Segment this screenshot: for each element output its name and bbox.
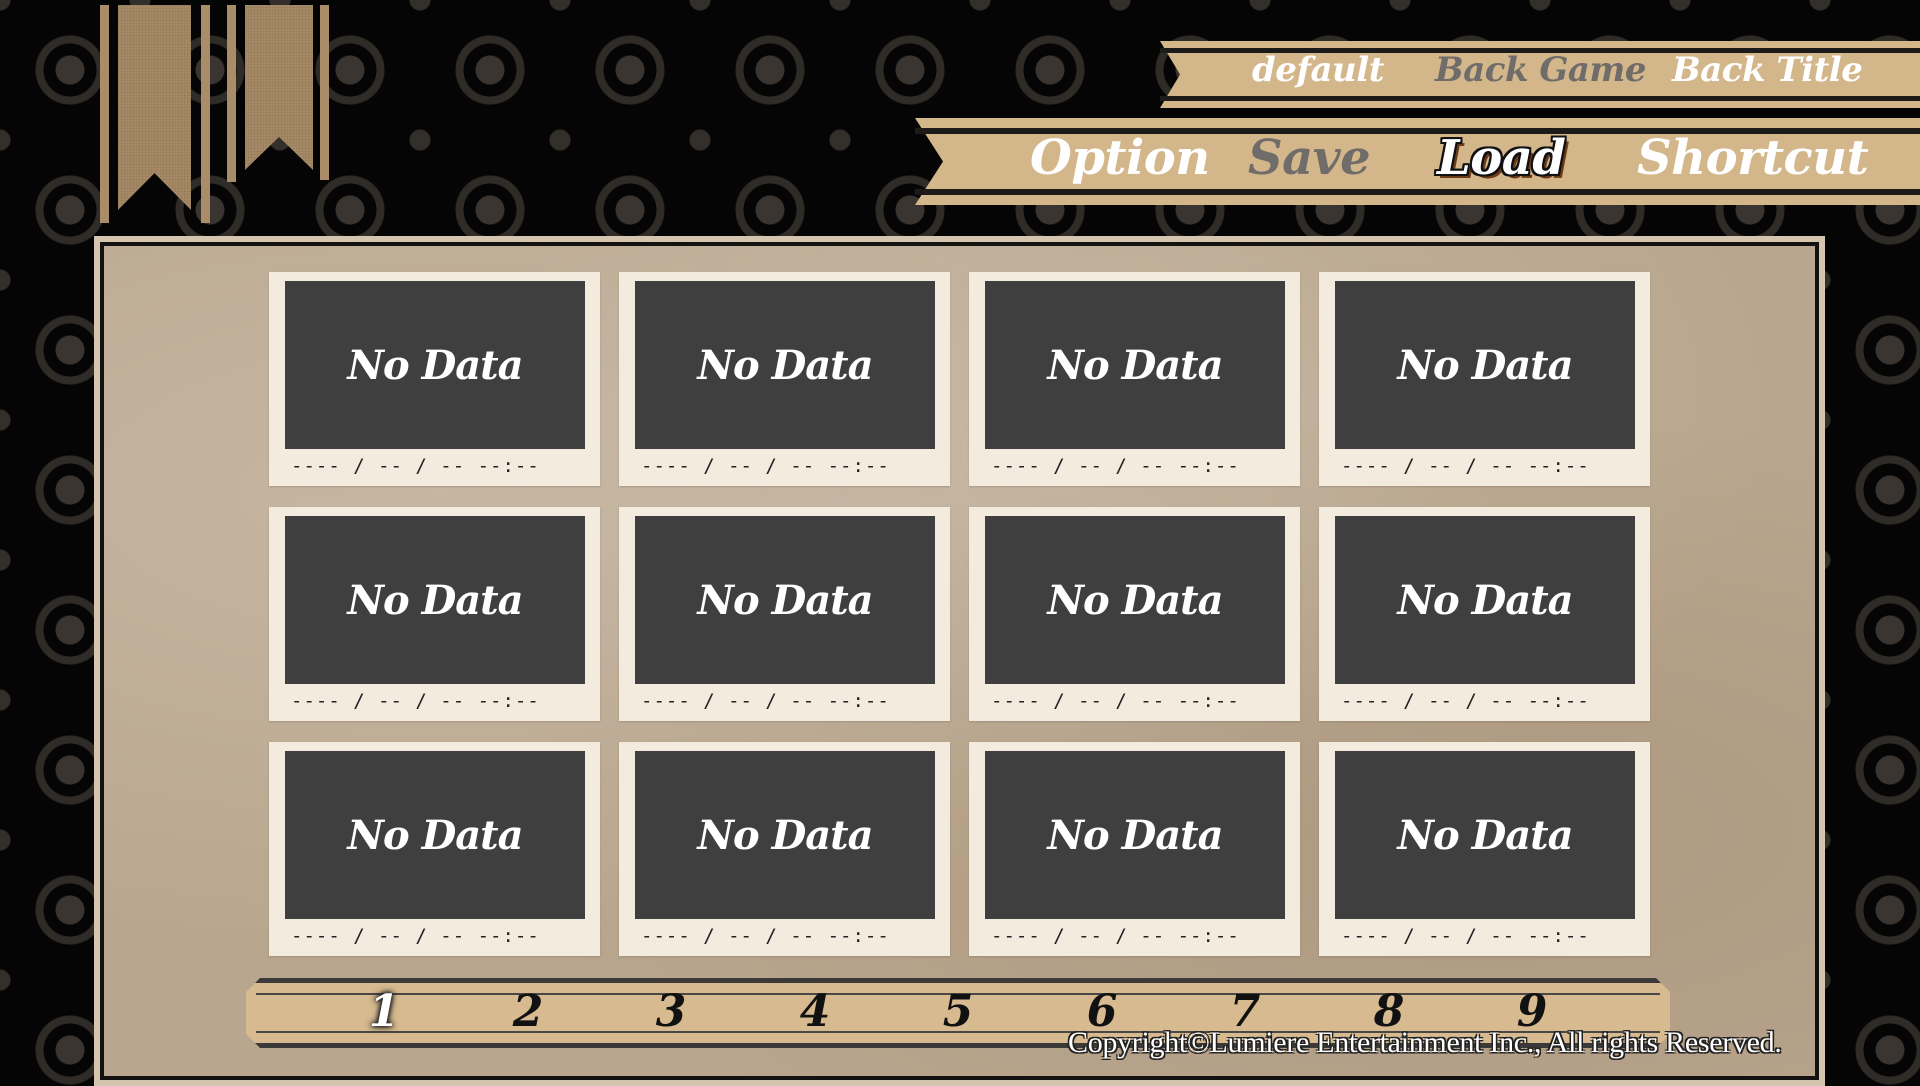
back-game-button[interactable]: Back Game [1435,50,1647,90]
slot-status: No Data [697,576,873,624]
slot-thumbnail: No Data [635,751,935,919]
save-slot-8[interactable]: No Data ---- / -- / -- --:-- [1319,507,1650,721]
main-tab-bar: Option Save Load Shortcut [915,118,1920,205]
tab-option[interactable]: Option [1030,130,1210,186]
slot-date: ---- / -- / -- --:-- [1341,455,1590,477]
bookmark-decoration-right [227,5,329,183]
save-slot-3[interactable]: No Data ---- / -- / -- --:-- [969,272,1300,486]
slot-date: ---- / -- / -- --:-- [1341,925,1590,947]
slot-thumbnail: No Data [635,281,935,449]
save-slot-6[interactable]: No Data ---- / -- / -- --:-- [619,507,950,721]
slot-thumbnail: No Data [285,281,585,449]
save-slot-4[interactable]: No Data ---- / -- / -- --:-- [1319,272,1650,486]
slot-thumbnail: No Data [985,516,1285,684]
system-menu-bar: default Back Game Back Title [1160,41,1920,108]
slot-status: No Data [347,811,523,859]
slot-date: ---- / -- / -- --:-- [291,690,540,712]
save-slot-12[interactable]: No Data ---- / -- / -- --:-- [1319,742,1650,956]
slot-status: No Data [697,341,873,389]
save-slot-9[interactable]: No Data ---- / -- / -- --:-- [269,742,600,956]
save-slot-10[interactable]: No Data ---- / -- / -- --:-- [619,742,950,956]
slot-status: No Data [697,811,873,859]
slot-status: No Data [347,576,523,624]
slot-thumbnail: No Data [1335,281,1635,449]
page-3-button[interactable]: 3 [641,986,701,1037]
slot-status: No Data [347,341,523,389]
slot-date: ---- / -- / -- --:-- [641,925,890,947]
save-slot-7[interactable]: No Data ---- / -- / -- --:-- [969,507,1300,721]
slot-thumbnail: No Data [635,516,935,684]
slot-date: ---- / -- / -- --:-- [641,455,890,477]
slot-status: No Data [1047,576,1223,624]
save-slot-11[interactable]: No Data ---- / -- / -- --:-- [969,742,1300,956]
slot-status: No Data [1047,811,1223,859]
tab-load[interactable]: Load [1437,130,1566,186]
page-2-button[interactable]: 2 [498,986,558,1037]
slot-date: ---- / -- / -- --:-- [291,455,540,477]
slot-date: ---- / -- / -- --:-- [641,690,890,712]
save-slot-1[interactable]: No Data ---- / -- / -- --:-- [269,272,600,486]
slot-thumbnail: No Data [985,281,1285,449]
slot-date: ---- / -- / -- --:-- [991,455,1240,477]
copyright-notice: Copyright©Lumiere Entertainment Inc., Al… [1068,1026,1782,1059]
slot-status: No Data [1397,576,1573,624]
slot-status: No Data [1047,341,1223,389]
back-title-button[interactable]: Back Title [1672,50,1863,90]
save-slot-5[interactable]: No Data ---- / -- / -- --:-- [269,507,600,721]
slot-date: ---- / -- / -- --:-- [1341,690,1590,712]
save-slot-2[interactable]: No Data ---- / -- / -- --:-- [619,272,950,486]
slot-thumbnail: No Data [1335,516,1635,684]
slot-thumbnail: No Data [285,516,585,684]
slot-date: ---- / -- / -- --:-- [991,690,1240,712]
page-1-button[interactable]: 1 [354,986,414,1037]
slot-thumbnail: No Data [1335,751,1635,919]
slot-date: ---- / -- / -- --:-- [291,925,540,947]
slot-status: No Data [1397,341,1573,389]
page-4-button[interactable]: 4 [785,986,845,1037]
slot-status: No Data [1397,811,1573,859]
slot-thumbnail: No Data [285,751,585,919]
tab-shortcut[interactable]: Shortcut [1637,130,1869,186]
default-button[interactable]: default [1252,50,1384,90]
bookmark-decoration-left [100,5,212,223]
slot-date: ---- / -- / -- --:-- [991,925,1240,947]
page-5-button[interactable]: 5 [928,986,988,1037]
slot-thumbnail: No Data [985,751,1285,919]
tab-save[interactable]: Save [1248,130,1371,186]
